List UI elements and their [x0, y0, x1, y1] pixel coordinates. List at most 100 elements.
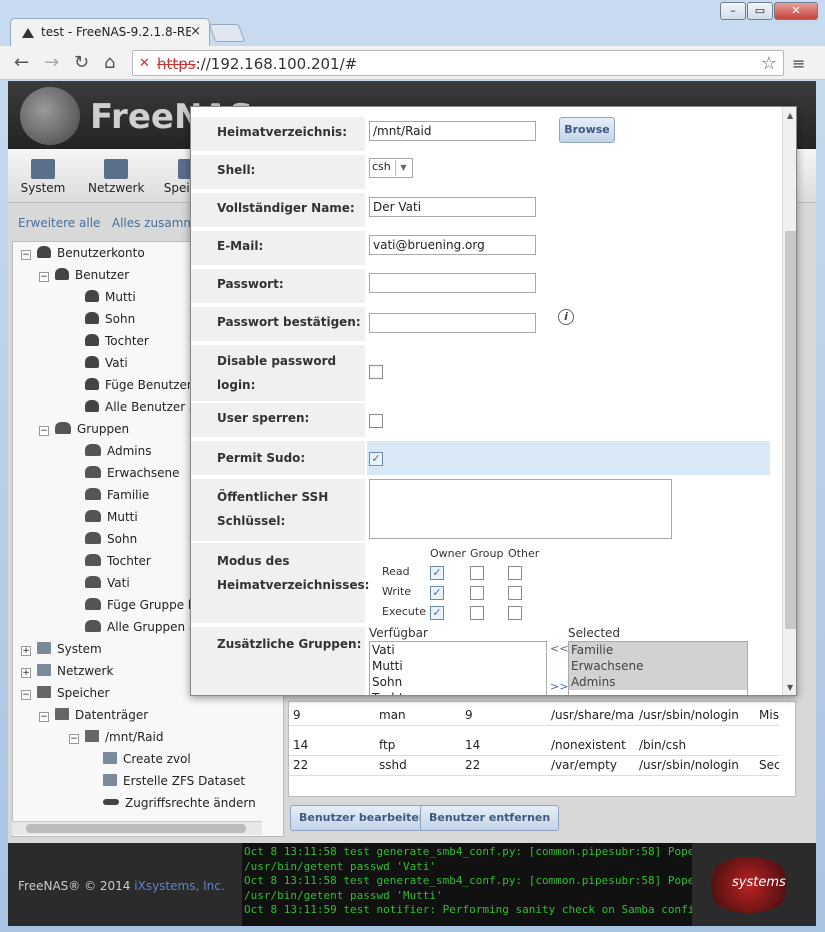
- new-tab-button[interactable]: [208, 24, 246, 42]
- mode-checkbox[interactable]: [470, 566, 484, 580]
- tree-item[interactable]: + Netzwerk: [21, 664, 113, 678]
- mode-checkbox[interactable]: ✓: [430, 586, 444, 600]
- list-item[interactable]: Vati: [370, 642, 546, 658]
- tree-toggle-icon[interactable]: −: [21, 250, 31, 260]
- tree-item[interactable]: − Datenträger: [39, 708, 148, 722]
- mode-checkbox[interactable]: ✓: [430, 606, 444, 620]
- tree-item[interactable]: Admins: [85, 444, 152, 458]
- groups-label: Zusätzliche Gruppen:: [191, 627, 365, 695]
- tree-item-label: Vati: [107, 576, 130, 590]
- minimize-button[interactable]: –: [720, 2, 746, 20]
- tree-toggle-icon[interactable]: +: [21, 668, 31, 678]
- tree-item[interactable]: Erstelle ZFS Dataset: [103, 774, 245, 788]
- tree-item[interactable]: Sohn: [85, 532, 137, 546]
- tree-item[interactable]: Mutti: [85, 290, 136, 304]
- nav-network[interactable]: Netzwerk: [88, 159, 144, 195]
- list-item[interactable]: Sohn: [370, 674, 546, 690]
- remove-user-button[interactable]: Benutzer entfernen: [420, 805, 560, 831]
- disable-login-checkbox[interactable]: [369, 365, 383, 379]
- mode-checkbox[interactable]: [508, 586, 522, 600]
- group-icon: [85, 554, 101, 566]
- expand-all-link[interactable]: Erweitere alle: [18, 216, 100, 230]
- info-icon[interactable]: i: [558, 309, 574, 325]
- tree-item[interactable]: − Benutzerkonto: [21, 246, 145, 260]
- list-item[interactable]: Erwachsene: [569, 658, 747, 674]
- browser-tab[interactable]: test - FreeNAS-9.2.1.8-REL ×: [10, 18, 210, 46]
- dialog-vertical-scrollbar[interactable]: ▲ ▼: [782, 107, 796, 695]
- tree-item[interactable]: − Gruppen: [39, 422, 129, 436]
- shell-select[interactable]: csh ▼: [369, 158, 413, 178]
- password-confirm-input[interactable]: [369, 313, 536, 333]
- reload-icon[interactable]: ↻: [74, 52, 89, 73]
- tree-item[interactable]: Familie: [85, 488, 149, 502]
- permit-sudo-checkbox[interactable]: ✓: [369, 452, 383, 466]
- tab-close-icon[interactable]: ×: [190, 24, 201, 39]
- tree-item-label: Erwachsene: [107, 466, 180, 480]
- nav-system[interactable]: System: [20, 159, 66, 195]
- group-icon: [85, 510, 101, 522]
- list-item[interactable]: Familie: [569, 642, 747, 658]
- tree-item[interactable]: Create zvol: [103, 752, 191, 766]
- tree-toggle-icon[interactable]: −: [39, 712, 49, 722]
- mode-checkbox[interactable]: ✓: [430, 566, 444, 580]
- tree-toggle-icon[interactable]: −: [21, 690, 31, 700]
- forward-icon[interactable]: →: [44, 52, 59, 73]
- address-bar[interactable]: ✕ https://192.168.100.201/# ☆: [132, 50, 784, 76]
- tree-item[interactable]: Sohn: [85, 312, 135, 326]
- move-left-button[interactable]: <<: [550, 642, 568, 655]
- full-name-label: Vollständiger Name:: [191, 193, 365, 229]
- chevron-down-icon: ▼: [395, 160, 411, 176]
- user-icon: [85, 312, 99, 324]
- table-cell: 9: [293, 708, 301, 722]
- tree-horizontal-scrollbar[interactable]: [12, 821, 262, 835]
- tree-item[interactable]: − Benutzer: [39, 268, 129, 282]
- edit-user-dialog: Heimatverzeichnis: /mnt/Raid Browse Shel…: [190, 106, 797, 696]
- selected-groups-list[interactable]: Familie Erwachsene Admins: [568, 641, 748, 695]
- tree-toggle-icon[interactable]: +: [21, 646, 31, 656]
- browse-button[interactable]: Browse: [559, 117, 615, 143]
- tree-item[interactable]: Vati: [85, 356, 128, 370]
- list-item[interactable]: Tochter: [370, 690, 546, 695]
- tree-toggle-icon[interactable]: −: [69, 734, 79, 744]
- list-item[interactable]: Mutti: [370, 658, 546, 674]
- home-dir-input[interactable]: /mnt/Raid: [369, 121, 536, 141]
- lock-user-checkbox[interactable]: [369, 414, 383, 428]
- mode-checkbox[interactable]: [470, 606, 484, 620]
- list-item[interactable]: Admins: [569, 674, 747, 690]
- menu-icon[interactable]: ≡: [792, 54, 805, 73]
- tree-item[interactable]: Vati: [85, 576, 130, 590]
- edit-user-button[interactable]: Benutzer bearbeiten: [290, 805, 436, 831]
- password-input[interactable]: [369, 273, 536, 293]
- mode-checkbox[interactable]: [508, 566, 522, 580]
- table-row[interactable]: 14 ftp 14/nonexistent/bin/csh: [289, 734, 779, 756]
- copyright: FreeNAS® © 2014 iXsystems, Inc.: [18, 879, 225, 893]
- tree-item[interactable]: Tochter: [85, 554, 151, 568]
- tree-item[interactable]: Tochter: [85, 334, 149, 348]
- tree-item[interactable]: − Speicher: [21, 686, 109, 700]
- sudo-row-highlight: [367, 441, 770, 475]
- full-name-input[interactable]: Der Vati: [369, 197, 536, 217]
- bookmark-star-icon[interactable]: ☆: [761, 53, 777, 74]
- ssh-key-textarea[interactable]: [369, 479, 672, 539]
- home-icon[interactable]: ⌂: [104, 52, 115, 73]
- move-right-button[interactable]: >>: [550, 680, 568, 693]
- tree-toggle-icon[interactable]: −: [39, 426, 49, 436]
- tree-item[interactable]: Erwachsene: [85, 466, 180, 480]
- maximize-button[interactable]: ▭: [747, 2, 773, 20]
- mode-checkbox[interactable]: [470, 586, 484, 600]
- back-icon[interactable]: ←: [14, 52, 29, 73]
- available-groups-list[interactable]: VatiMuttiSohnTochter: [369, 641, 547, 695]
- tree-toggle-icon[interactable]: −: [39, 272, 49, 282]
- table-row[interactable]: 9 man 9/usr/share/man/usr/sbin/nologin Mist…: [289, 704, 779, 726]
- mode-checkbox[interactable]: [508, 606, 522, 620]
- table-row[interactable]: 22 sshd 22/var/empty/usr/sbin/nologin Secur…: [289, 754, 779, 776]
- tree-item-label: Sohn: [107, 532, 138, 546]
- tree-item[interactable]: Zugriffsrechte ändern: [103, 796, 256, 810]
- email-input[interactable]: vati@bruening.org: [369, 235, 536, 255]
- close-window-button[interactable]: ✕: [774, 2, 818, 20]
- tree-item[interactable]: Mutti: [85, 510, 138, 524]
- add-user-icon: [85, 378, 99, 390]
- table-cell: /var/empty: [551, 758, 617, 772]
- tree-item[interactable]: + System: [21, 642, 102, 656]
- tree-item[interactable]: − /mnt/Raid: [69, 730, 163, 744]
